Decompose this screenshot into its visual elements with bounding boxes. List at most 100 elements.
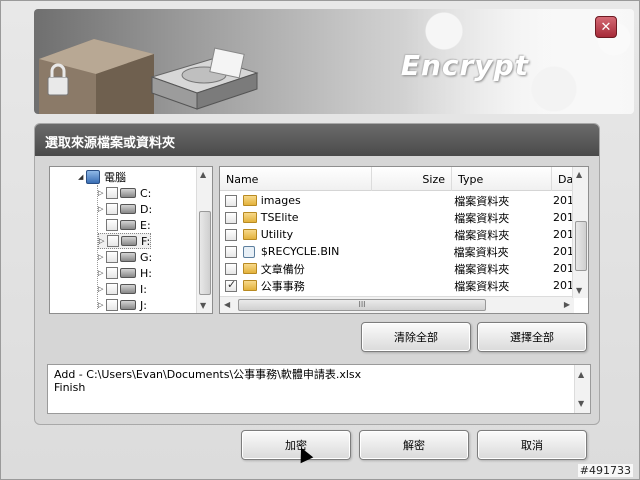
item-name: Utility [260, 228, 294, 241]
tree-item-drive-d[interactable]: ▷ D: [98, 201, 152, 217]
expand-arrow-icon[interactable]: ▷ [98, 285, 106, 293]
item-type: 檔案資料夾 [454, 228, 510, 242]
item-checkbox[interactable] [225, 228, 237, 241]
item-checkbox[interactable] [225, 194, 237, 207]
tree-item-drive-j[interactable]: ▷ J: [98, 297, 147, 313]
decrypt-button[interactable]: 解密 [359, 430, 469, 460]
tree-item-drive-f[interactable]: ▷ F: [98, 233, 152, 249]
drive-icon [120, 252, 136, 262]
item-name: images [260, 194, 301, 207]
tree-item-label: J: [140, 298, 147, 312]
drive-checkbox[interactable] [106, 267, 118, 279]
item-name: 文章備份 [260, 262, 305, 276]
list-item[interactable]: $RECYCLE.BIN 檔案資料夾 201 [220, 243, 574, 260]
list-item[interactable]: 文章備份 檔案資料夾 201 [220, 260, 574, 277]
item-checkbox-checked[interactable] [225, 278, 237, 292]
list-horizontal-scrollbar[interactable]: ◀ III ▶ [220, 296, 574, 313]
scroll-up-arrow-icon[interactable]: ▲ [576, 170, 582, 179]
scroll-down-arrow-icon[interactable]: ▼ [576, 286, 582, 295]
app-title: Encrypt [400, 49, 529, 82]
item-checkbox[interactable] [225, 245, 237, 258]
tree-item-drive-c[interactable]: ▷ C: [98, 185, 151, 201]
clear-all-button[interactable]: 清除全部 [361, 322, 471, 352]
drive-checkbox[interactable] [106, 219, 118, 231]
scroll-up-arrow-icon[interactable]: ▲ [200, 170, 206, 179]
list-vertical-scrollbar[interactable]: ▲ ▼ [572, 167, 588, 298]
drive-icon [120, 268, 136, 278]
folder-icon [242, 212, 257, 223]
item-checkbox[interactable] [225, 262, 237, 275]
item-type: 檔案資料夾 [454, 279, 510, 293]
folder-icon [242, 195, 257, 206]
cancel-button[interactable]: 取消 [477, 430, 587, 460]
item-date: 201 [552, 194, 574, 207]
column-header-name[interactable]: Name [220, 167, 372, 191]
drive-checkbox[interactable] [106, 203, 118, 215]
expand-arrow-icon[interactable]: ▷ [98, 253, 106, 261]
expand-arrow-icon[interactable]: ▷ [98, 269, 106, 277]
drive-icon [120, 220, 136, 230]
folder-icon [242, 280, 257, 291]
drive-checkbox[interactable] [107, 235, 119, 247]
tree-item-drive-h[interactable]: ▷ H: [98, 265, 152, 281]
expand-arrow-icon[interactable]: ▷ [98, 189, 106, 197]
item-date: 201 [552, 279, 574, 292]
hard-drive-icon [150, 47, 259, 110]
item-name: 公事事務 [260, 279, 305, 293]
network-drive-icon [120, 204, 136, 214]
log-line: Finish [54, 381, 86, 394]
drive-icon [120, 300, 136, 310]
list-item[interactable]: Utility 檔案資料夾 201 [220, 226, 574, 243]
item-type: 檔案資料夾 [454, 262, 510, 276]
tree-item-label: E: [140, 218, 151, 232]
item-date: 201 [553, 245, 574, 258]
log-line: Add - C:\Users\Evan\Documents\公事事務\軟體申請表… [54, 368, 362, 381]
folder-icon [242, 229, 257, 240]
tree-item-label: 電腦 [104, 171, 126, 184]
tree-item-drive-i[interactable]: ▷ I: [98, 281, 147, 297]
tree-item-drive-e[interactable]: E: [98, 217, 151, 233]
tree-scrollbar[interactable]: ▲ ▼ [196, 167, 212, 313]
item-date: 201 [552, 262, 574, 275]
horizontal-scrollbar-thumb[interactable]: III [238, 299, 486, 311]
tree-item-label: I: [140, 282, 147, 296]
column-header-type[interactable]: Type [452, 167, 552, 191]
folder-tree[interactable]: ◢ 電腦 ▷ C: ▷ D: E: ▷ F: ▷ G: ▷ H: ▷ I: ▷ … [49, 166, 213, 314]
scroll-up-arrow-icon[interactable]: ▲ [578, 368, 584, 381]
watermark: #491733 [577, 464, 633, 477]
recycle-bin-icon [242, 245, 255, 258]
list-item[interactable]: TSElite 檔案資料夾 201 [220, 209, 574, 226]
collapse-arrow-icon[interactable]: ◢ [78, 173, 86, 181]
drive-checkbox[interactable] [106, 187, 118, 199]
close-button[interactable]: ✕ [595, 16, 617, 38]
file-list[interactable]: Name Size Type Dat images 檔案資料夾 201 TSEl… [219, 166, 589, 314]
tree-item-label: H: [140, 266, 152, 280]
tree-item-label: G: [140, 250, 153, 264]
expand-arrow-icon[interactable]: ▷ [98, 301, 106, 309]
scrollbar-thumb[interactable] [575, 221, 587, 271]
windows-drive-icon [120, 188, 136, 198]
tree-item-drive-g[interactable]: ▷ G: [98, 249, 152, 265]
item-checkbox[interactable] [225, 211, 237, 224]
drive-checkbox[interactable] [106, 299, 118, 311]
tree-item-computer[interactable]: ◢ 電腦 [78, 169, 126, 185]
list-item[interactable]: images 檔案資料夾 201 [220, 192, 574, 209]
scroll-down-arrow-icon[interactable]: ▼ [578, 397, 584, 410]
item-date: 201 [552, 228, 574, 241]
expand-arrow-icon[interactable]: ▷ [98, 205, 106, 213]
scroll-right-arrow-icon[interactable]: ▶ [564, 300, 570, 309]
scrollbar-thumb[interactable] [199, 211, 211, 295]
column-header-size[interactable]: Size [372, 167, 452, 191]
tree-item-label: D: [140, 202, 153, 216]
log-scrollbar[interactable]: ▲ ▼ [574, 365, 590, 413]
drive-checkbox[interactable] [106, 283, 118, 295]
drive-checkbox[interactable] [106, 251, 118, 263]
drive-icon [121, 236, 137, 246]
expand-arrow-icon[interactable]: ▷ [99, 237, 107, 245]
scroll-left-arrow-icon[interactable]: ◀ [224, 300, 230, 309]
list-item[interactable]: 公事事務 檔案資料夾 201 [220, 277, 574, 294]
log-output[interactable]: Add - C:\Users\Evan\Documents\公事事務\軟體申請表… [47, 364, 591, 414]
select-all-button[interactable]: 選擇全部 [477, 322, 587, 352]
scroll-down-arrow-icon[interactable]: ▼ [200, 301, 206, 310]
folder-icon [242, 263, 257, 274]
